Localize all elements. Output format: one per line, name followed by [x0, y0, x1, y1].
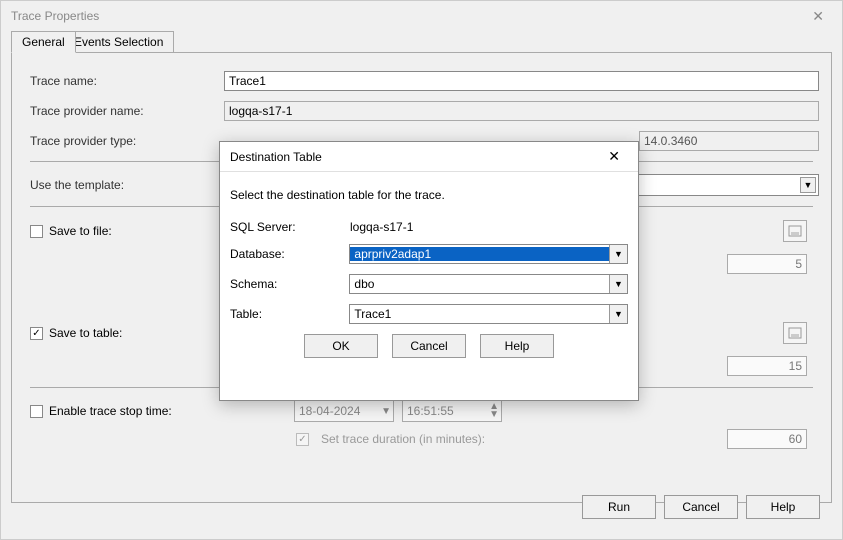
ok-button[interactable]: OK [304, 334, 378, 358]
main-footer: Run Cancel Help [582, 495, 820, 519]
window-titlebar: Trace Properties ✕ [1, 1, 842, 31]
dialog-description: Select the destination table for the tra… [230, 188, 628, 202]
duration-checkbox: ✓ [296, 433, 309, 446]
stop-date-value: 18-04-2024 [299, 404, 360, 418]
database-combobox[interactable]: aprpriv2adap1 ▼ [349, 244, 628, 264]
save-to-table-label: Save to table: [49, 326, 122, 340]
chevron-down-icon: ▼ [609, 245, 627, 263]
chevron-down-icon: ▼ [381, 406, 391, 417]
close-icon[interactable]: ✕ [600, 144, 628, 169]
cancel-button[interactable]: Cancel [392, 334, 466, 358]
help-button[interactable]: Help [746, 495, 820, 519]
enable-stop-time-label: Enable trace stop time: [49, 404, 172, 418]
trace-name-input[interactable] [224, 71, 819, 91]
destination-table-dialog: Destination Table ✕ Select the destinati… [219, 141, 639, 401]
save-to-file-label: Save to file: [49, 224, 112, 238]
save-to-table-checkbox[interactable]: ✓ [30, 327, 43, 340]
table-label: Table: [230, 307, 349, 321]
help-button[interactable]: Help [480, 334, 554, 358]
enable-stop-time-checkbox[interactable] [30, 405, 43, 418]
chevron-down-icon: ▼ [609, 275, 627, 293]
trace-properties-window: Trace Properties ✕ General Events Select… [0, 0, 843, 540]
save-to-file-checkbox[interactable] [30, 225, 43, 238]
provider-version-value: 14.0.3460 [639, 131, 819, 151]
stop-time-picker[interactable]: 16:51:55 ▲▼ [402, 400, 502, 422]
save-to-file-size: 5 [727, 254, 807, 274]
use-template-label: Use the template: [24, 178, 224, 192]
tab-events-selection[interactable]: Events Selection [63, 31, 174, 53]
tab-general[interactable]: General [11, 31, 76, 53]
dialog-titlebar: Destination Table ✕ [220, 142, 638, 172]
database-label: Database: [230, 247, 349, 261]
table-value: Trace1 [350, 307, 609, 321]
close-icon[interactable]: ✕ [804, 4, 832, 29]
save-icon [788, 327, 802, 339]
dialog-title: Destination Table [230, 150, 322, 164]
sql-server-label: SQL Server: [230, 220, 350, 234]
chevron-down-icon: ▼ [609, 305, 627, 323]
save-to-table-rows: 15 [727, 356, 807, 376]
cancel-button[interactable]: Cancel [664, 495, 738, 519]
schema-label: Schema: [230, 277, 349, 291]
tab-row: General Events Selection [11, 31, 832, 53]
schema-value: dbo [350, 277, 609, 291]
duration-label: Set trace duration (in minutes): [321, 432, 485, 446]
sql-server-value: logqa-s17-1 [350, 220, 628, 234]
schema-combobox[interactable]: dbo ▼ [349, 274, 628, 294]
save-file-browse-button[interactable] [783, 220, 807, 242]
database-value: aprpriv2adap1 [350, 247, 609, 261]
chevron-down-icon: ▼ [800, 177, 816, 193]
window-title: Trace Properties [11, 9, 99, 23]
dialog-footer: OK Cancel Help [230, 334, 628, 358]
run-button[interactable]: Run [582, 495, 656, 519]
provider-name-label: Trace provider name: [24, 104, 224, 118]
trace-name-label: Trace name: [24, 74, 224, 88]
provider-name-value: logqa-s17-1 [224, 101, 819, 121]
duration-value: 60 [727, 429, 807, 449]
table-combobox[interactable]: Trace1 ▼ [349, 304, 628, 324]
save-table-browse-button[interactable] [783, 322, 807, 344]
stop-date-picker[interactable]: 18-04-2024 ▼ [294, 400, 394, 422]
stop-time-value: 16:51:55 [407, 404, 454, 418]
dialog-body: Select the destination table for the tra… [220, 172, 638, 368]
provider-type-label: Trace provider type: [24, 134, 224, 148]
spinner-icon: ▲▼ [489, 403, 499, 419]
save-icon [788, 225, 802, 237]
